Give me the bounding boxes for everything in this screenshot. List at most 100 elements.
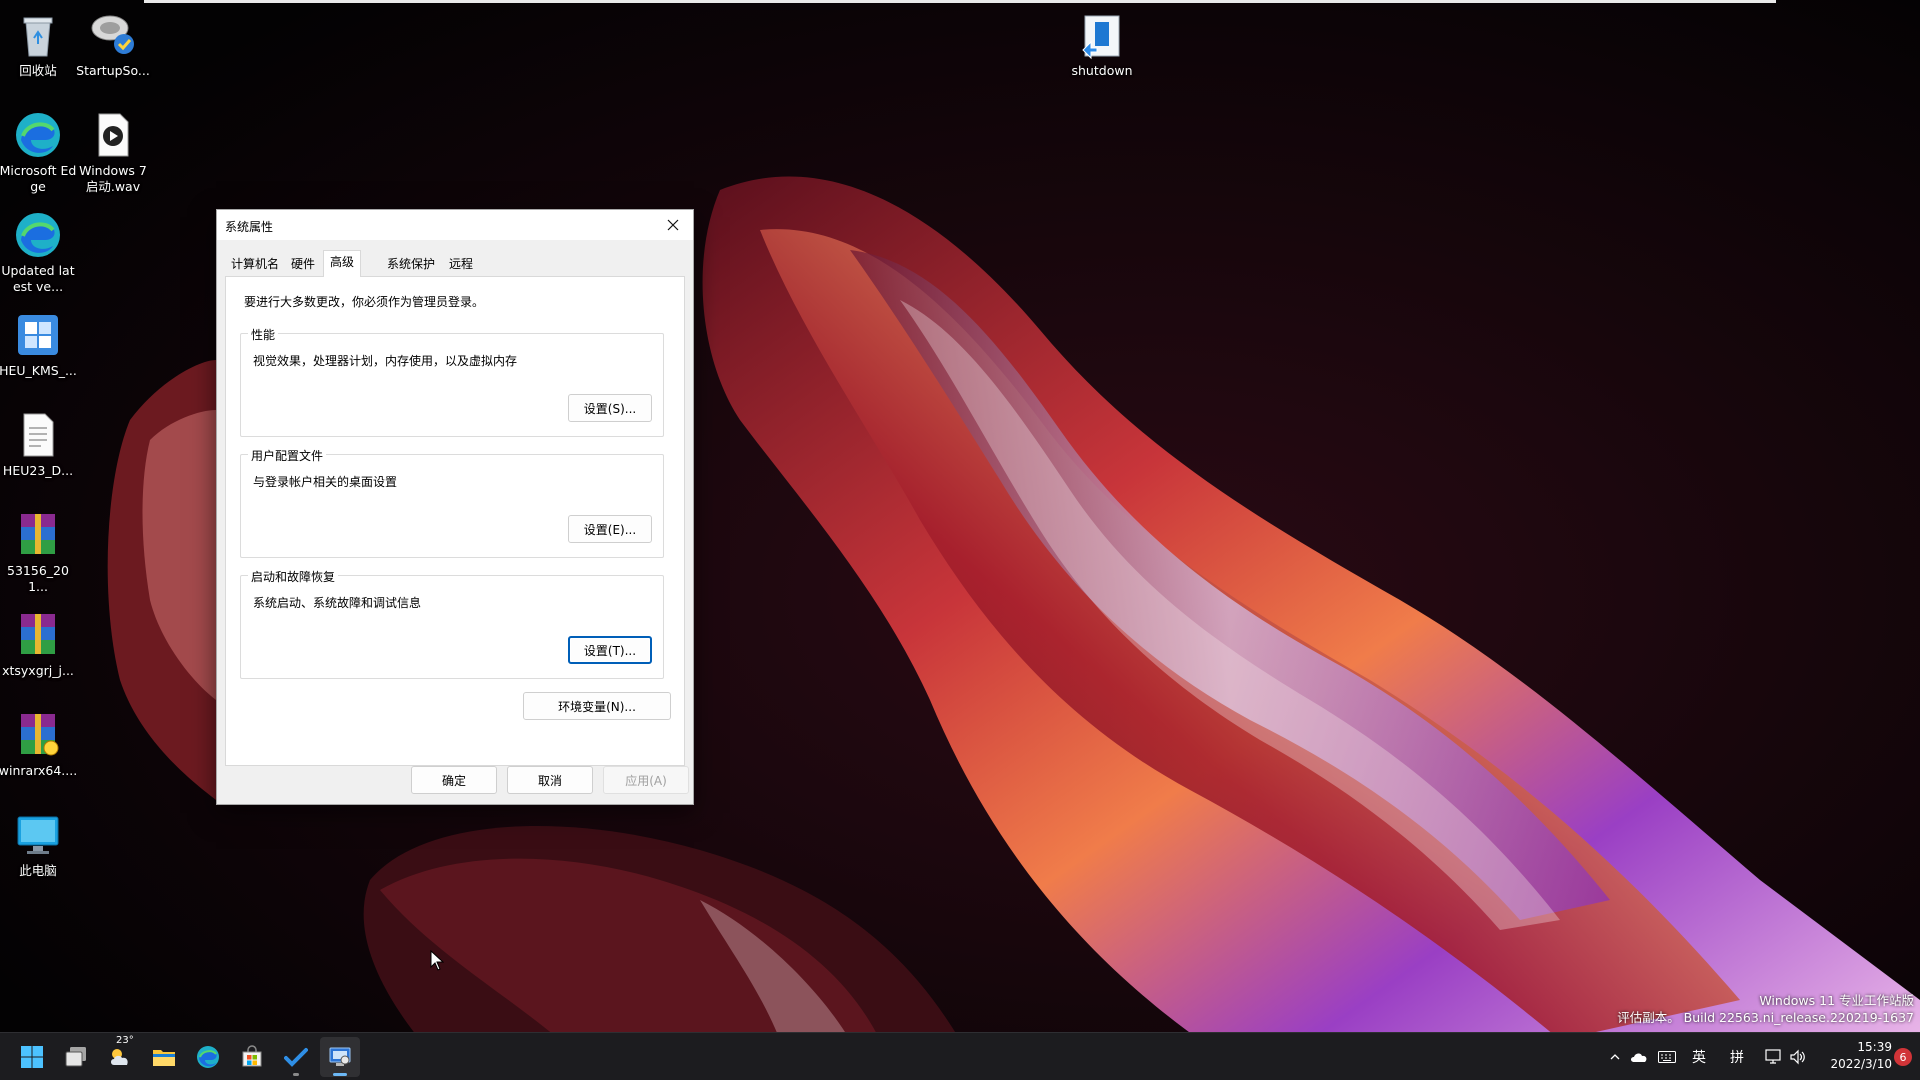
cancel-button[interactable]: 取消	[507, 766, 593, 794]
desktop-icon-heu23[interactable]: HEU23_D...	[0, 404, 78, 500]
file-explorer-button[interactable]	[144, 1037, 184, 1077]
desktop-icon-startupsound[interactable]: StartupSo...	[73, 4, 153, 100]
desktop-icon-windows7-wav[interactable]: Windows 7 启动.wav	[73, 104, 153, 200]
performance-settings-button[interactable]: 设置(S)...	[568, 394, 652, 422]
edge-icon	[197, 1046, 219, 1068]
desktop-icon-label: StartupSo...	[76, 63, 150, 78]
top-edge-line	[144, 0, 1776, 3]
mouse-cursor-icon	[430, 950, 444, 971]
volume-button[interactable]	[1786, 1043, 1810, 1071]
notification-badge[interactable]: 6	[1894, 1048, 1912, 1066]
input-language-indicator[interactable]: 英	[1686, 1043, 1712, 1071]
startup-recovery-settings-button[interactable]: 设置(T)...	[568, 636, 652, 664]
task-view-icon	[65, 1047, 86, 1067]
store-bag-icon	[242, 1045, 262, 1067]
task-view-button[interactable]	[56, 1037, 96, 1077]
desktop-icon-label: winrarx64....	[0, 763, 78, 778]
desktop-icon-winrarx64[interactable]: winrarx64....	[0, 704, 78, 800]
admin-notice-text: 要进行大多数更改，你必须作为管理员登录。	[244, 295, 485, 309]
group-title: 用户配置文件	[248, 447, 327, 464]
tab-advanced[interactable]: 高级	[323, 250, 362, 277]
winrar-installer-icon	[21, 714, 59, 756]
desktop-icon-shutdown[interactable]: shutdown	[1062, 4, 1142, 100]
network-button[interactable]	[1762, 1043, 1786, 1071]
windows-start-icon	[21, 1046, 43, 1068]
system-properties-taskbar-button[interactable]	[320, 1037, 360, 1077]
speaker-icon	[1790, 1049, 1805, 1065]
edge-icon	[16, 113, 60, 157]
taskbar-clock[interactable]: 15:39 2022/3/10	[1814, 1039, 1892, 1073]
desktop-icon-microsoft-edge[interactable]: Microsoft Edge	[0, 104, 78, 200]
desktop-icon-label: xtsyxgrj_j...	[2, 663, 74, 678]
tab-system-protection[interactable]: 系统保护	[381, 253, 441, 276]
tab-computer-name[interactable]: 计算机名	[225, 253, 285, 276]
shutdown-shortcut-icon	[1082, 15, 1120, 60]
desktop-icon-updated-latest[interactable]: Updated latest ve...	[0, 204, 78, 300]
desktop-icon-label: HEU23_D...	[2, 463, 74, 478]
dialog-title: 系统属性	[225, 220, 274, 234]
heu-kms-icon	[18, 315, 58, 355]
weather-temperature: 23°	[116, 1035, 134, 1046]
clock-time: 15:39	[1857, 1040, 1892, 1054]
group-description: 系统启动、系统故障和调试信息	[253, 596, 422, 610]
desktop-icon-this-pc[interactable]: 此电脑	[0, 804, 78, 900]
desktop-icon-label: shutdown	[1071, 63, 1133, 78]
tab-strip: 计算机名 硬件 高级 系统保护 远程	[225, 250, 687, 277]
desktop-icon-heu-kms[interactable]: HEU_KMS_...	[0, 304, 78, 400]
running-indicator	[293, 1073, 299, 1076]
file-explorer-icon	[153, 1050, 175, 1066]
touch-keyboard-button[interactable]	[1656, 1043, 1678, 1071]
clock-date: 2022/3/10	[1830, 1057, 1892, 1071]
watermark-edition: Windows 11 专业工作站版	[1759, 993, 1914, 1008]
wav-file-icon	[98, 113, 129, 157]
group-description: 与登录帐户相关的桌面设置	[253, 475, 398, 489]
microsoft-store-button[interactable]	[232, 1037, 272, 1077]
performance-group: 性能 视觉效果，处理器计划，内存使用，以及虚拟内存 设置(S)...	[240, 326, 664, 437]
text-file-icon	[23, 413, 54, 457]
ok-button[interactable]: 确定	[411, 766, 497, 794]
tab-hardware[interactable]: 硬件	[285, 253, 321, 276]
show-hidden-icons-button[interactable]	[1604, 1043, 1626, 1071]
this-pc-icon	[17, 816, 59, 854]
taskbar: 23° 英 拼 15:39 2022/3/10 6	[0, 1032, 1920, 1080]
todo-button[interactable]	[276, 1037, 316, 1077]
desktop-icon-label: 回收站	[19, 63, 57, 78]
group-title: 性能	[248, 326, 279, 343]
desktop-icon-53156[interactable]: 53156_201...	[0, 504, 78, 600]
startup-recovery-group: 启动和故障恢复 系统启动、系统故障和调试信息 设置(T)...	[240, 568, 664, 679]
onedrive-button[interactable]	[1628, 1043, 1650, 1071]
startup-sound-icon	[91, 15, 134, 54]
onedrive-cloud-icon	[1631, 1053, 1647, 1062]
system-properties-dialog: 系统属性 计算机名 硬件 高级 系统保护 远程 要进行大多数更改，你必须作为管理…	[216, 209, 694, 805]
windows-watermark: Windows 11 专业工作站版 评估副本。 Build 22563.ni_r…	[1617, 992, 1914, 1026]
desktop-icon-recycle-bin[interactable]: 回收站	[0, 4, 78, 100]
ime-mode-indicator[interactable]: 拼	[1724, 1043, 1750, 1071]
group-title: 启动和故障恢复	[248, 568, 339, 585]
network-monitor-icon	[1765, 1049, 1781, 1064]
recycle-bin-icon	[23, 17, 53, 57]
watermark-build: 评估副本。 Build 22563.ni_release.220219-1637	[1617, 1010, 1914, 1025]
user-profiles-group: 用户配置文件 与登录帐户相关的桌面设置 设置(E)...	[240, 447, 664, 558]
user-profiles-settings-button[interactable]: 设置(E)...	[568, 515, 652, 543]
edge-update-icon	[16, 213, 60, 257]
close-button[interactable]	[653, 210, 693, 240]
weather-widget-button[interactable]: 23°	[100, 1035, 140, 1077]
desktop-icon-xtsyxgrj[interactable]: xtsyxgrj_j...	[0, 604, 78, 700]
close-icon	[667, 219, 679, 231]
desktop-icon-label: Microsoft Edge	[0, 163, 77, 194]
start-button[interactable]	[12, 1037, 52, 1077]
system-properties-icon	[329, 1047, 351, 1066]
desktop-icon-label: HEU_KMS_...	[0, 363, 77, 378]
desktop-icon-label: Updated latest ve...	[1, 263, 75, 294]
advanced-tab-panel: 要进行大多数更改，你必须作为管理员登录。 性能 视觉效果，处理器计划，内存使用，…	[225, 276, 685, 766]
todo-check-icon	[284, 1048, 308, 1067]
active-indicator	[333, 1073, 347, 1076]
winrar-archive-icon	[21, 514, 55, 554]
chevron-up-icon	[1610, 1054, 1620, 1060]
desktop-icon-label: 53156_201...	[7, 563, 69, 594]
environment-variables-button[interactable]: 环境变量(N)...	[523, 692, 671, 720]
edge-taskbar-button[interactable]	[188, 1037, 228, 1077]
dialog-titlebar[interactable]: 系统属性	[217, 210, 693, 240]
apply-button[interactable]: 应用(A)	[603, 766, 689, 794]
tab-remote[interactable]: 远程	[443, 253, 479, 276]
